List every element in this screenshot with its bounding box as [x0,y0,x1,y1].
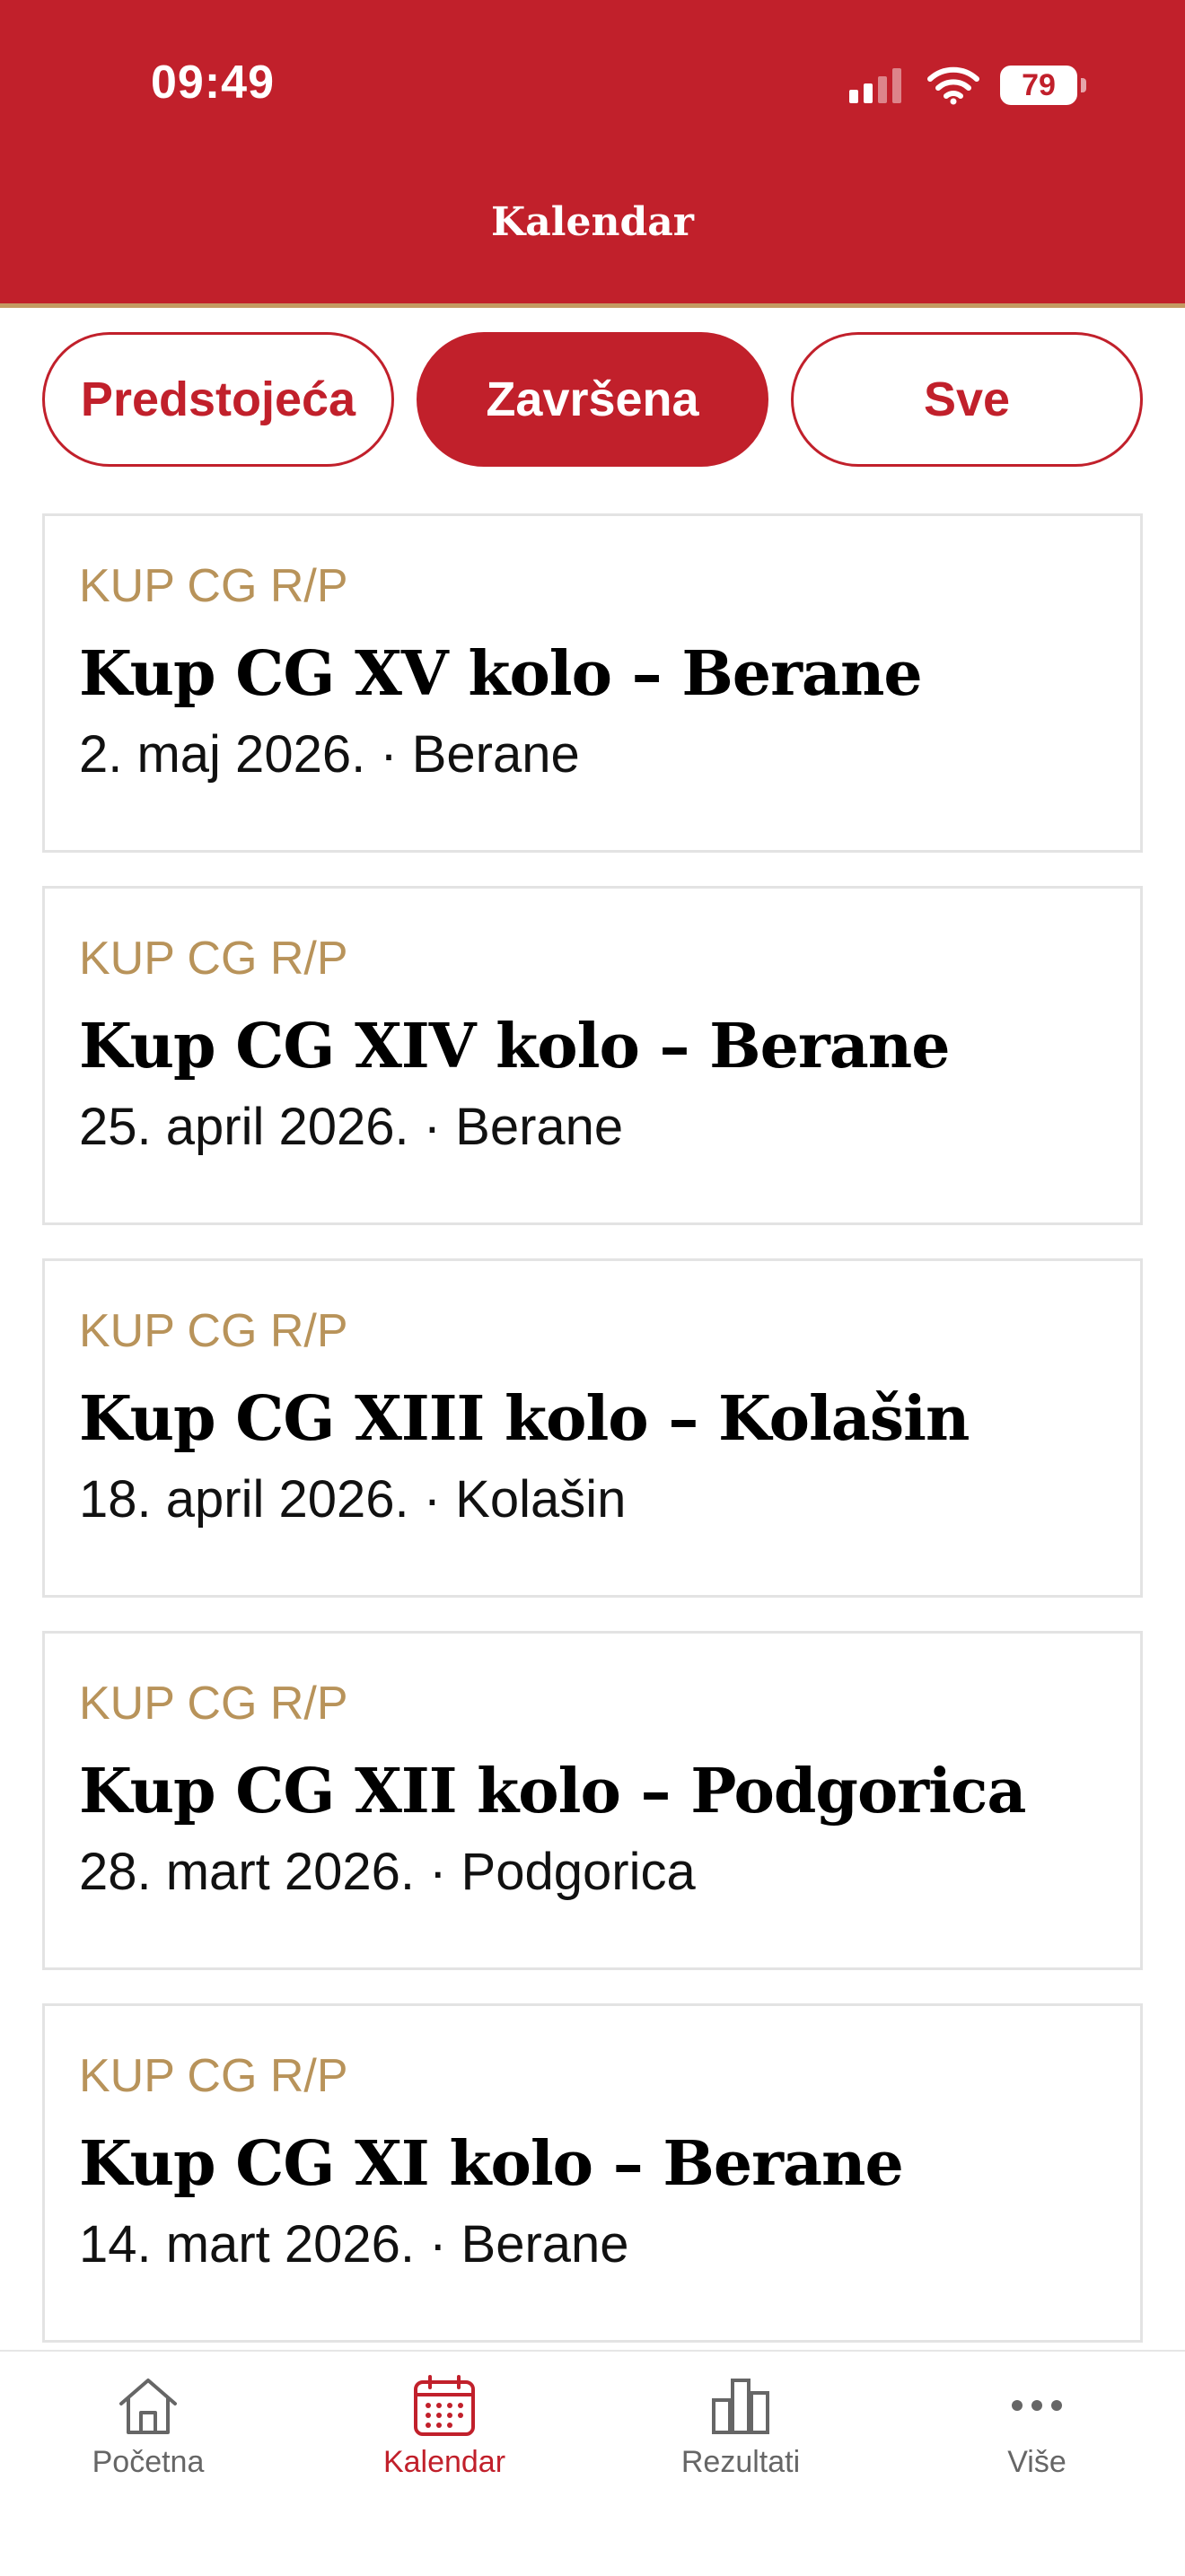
filter-upcoming-button[interactable]: Predstojeća [42,332,394,467]
status-time: 09:49 [151,57,275,109]
event-date-location: 28. mart 2026. · Podgorica [79,1843,696,1901]
calendar-icon [414,2375,475,2436]
tab-results[interactable]: Rezultati [592,2352,889,2576]
battery-icon: 79 [1000,66,1086,105]
tab-more[interactable]: Više [889,2352,1185,2576]
event-card[interactable]: KUP CG R/P Kup CG XII kolo – Podgorica 2… [42,1631,1143,1970]
more-icon [1012,2400,1062,2411]
events-list: KUP CG R/P Kup CG XV kolo – Berane 2. ma… [42,513,1143,2376]
home-icon [119,2379,177,2434]
bar-chart-icon [712,2379,769,2434]
tab-label: Početna [92,2445,205,2479]
event-title: Kup CG XII kolo – Podgorica [79,1756,1026,1827]
event-category: KUP CG R/P [79,1305,348,1357]
cellular-signal-icon [849,68,901,103]
event-card[interactable]: KUP CG R/P Kup CG XIV kolo – Berane 25. … [42,886,1143,1225]
tab-label: Više [1007,2445,1066,2479]
event-title: Kup CG XIII kolo – Kolašin [79,1383,970,1455]
tab-label: Rezultati [680,2445,801,2479]
app-header: 09:49 79 Kalendar [0,0,1185,308]
event-date-location: 14. mart 2026. · Berane [79,2215,629,2274]
event-date-location: 2. maj 2026. · Berane [79,725,580,784]
page-title: Kalendar [491,199,694,245]
event-date-location: 18. april 2026. · Kolašin [79,1470,627,1529]
filter-all-button[interactable]: Sve [791,332,1143,467]
event-title: Kup CG XI kolo – Berane [79,2128,904,2200]
event-category: KUP CG R/P [79,2050,348,2102]
event-card[interactable]: KUP CG R/P Kup CG XI kolo – Berane 14. m… [42,2003,1143,2343]
event-card[interactable]: KUP CG R/P Kup CG XIII kolo – Kolašin 18… [42,1258,1143,1598]
event-card[interactable]: KUP CG R/P Kup CG XV kolo – Berane 2. ma… [42,513,1143,853]
tab-home[interactable]: Početna [0,2352,296,2576]
filter-segment: Predstojeća Završena Sve [42,332,1143,467]
wifi-icon [927,66,979,105]
tab-label: Kalendar [382,2445,506,2479]
filter-finished-button[interactable]: Završena [417,332,768,467]
status-icons: 79 [847,63,1086,108]
event-title: Kup CG XV kolo – Berane [79,638,923,710]
battery-level: 79 [1022,67,1056,102]
event-category: KUP CG R/P [79,1678,348,1730]
event-category: KUP CG R/P [79,933,348,985]
tab-calendar[interactable]: Kalendar [296,2352,592,2576]
event-date-location: 25. april 2026. · Berane [79,1098,624,1156]
event-category: KUP CG R/P [79,560,348,612]
event-title: Kup CG XIV kolo – Berane [79,1011,950,1082]
bottom-tab-bar: Početna Kalendar Rezultati Više [0,2350,1185,2576]
